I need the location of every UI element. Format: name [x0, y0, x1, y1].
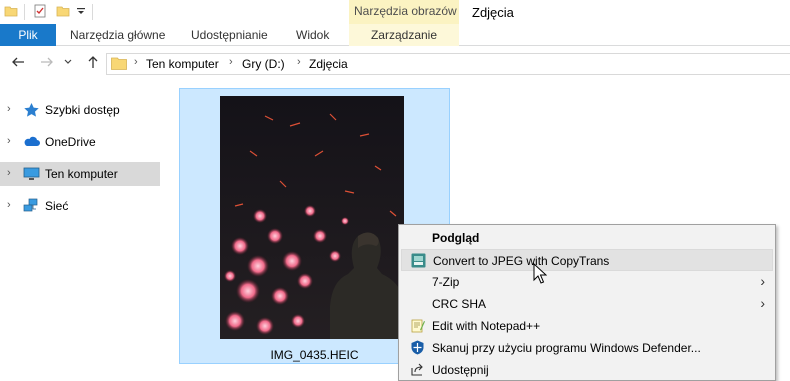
- network-icon: [23, 198, 38, 212]
- menu-item-7zip[interactable]: 7-Zip ›: [401, 271, 773, 293]
- nav-item-quick-access[interactable]: › Szybki dostęp: [0, 98, 160, 122]
- properties-icon[interactable]: [33, 4, 47, 18]
- nav-item-onedrive[interactable]: › OneDrive: [0, 130, 160, 154]
- folder-icon[interactable]: [4, 4, 18, 18]
- tab-home[interactable]: Narzędzia główne: [70, 24, 165, 46]
- menu-item-label: Udostępnij: [432, 363, 489, 377]
- star-icon: [24, 103, 39, 117]
- submenu-arrow-icon: ›: [760, 273, 765, 289]
- arrow-left-icon: [12, 57, 24, 67]
- context-tab-group-label: Narzędzia obrazów: [354, 4, 457, 18]
- tab-file[interactable]: Plik: [0, 24, 56, 46]
- chevron-right-icon[interactable]: ›: [7, 103, 11, 115]
- breadcrumb-chevron-icon[interactable]: ›: [229, 56, 233, 68]
- menu-item-defender-scan[interactable]: Skanuj przy użyciu programu Windows Defe…: [401, 337, 773, 359]
- breadcrumb-this-pc[interactable]: Ten komputer: [146, 57, 219, 71]
- qa-separator: [24, 4, 25, 20]
- copytrans-icon: [411, 253, 426, 268]
- nav-label: Sieć: [45, 199, 69, 213]
- tab-view[interactable]: Widok: [296, 24, 329, 46]
- chevron-down-icon: [64, 59, 72, 64]
- nav-label: Szybki dostęp: [45, 103, 120, 117]
- ribbon-tabs: Plik Narzędzia główne Udostępnianie Wido…: [0, 24, 790, 46]
- customize-quick-access-icon[interactable]: [74, 4, 88, 18]
- arrow-right-icon: [41, 57, 53, 67]
- menu-item-share[interactable]: Udostępnij: [401, 359, 773, 381]
- menu-item-notepadpp[interactable]: Edit with Notepad++: [401, 315, 773, 337]
- submenu-arrow-icon: ›: [760, 295, 765, 311]
- folder-icon: [111, 57, 127, 70]
- photo-thumbnail-image: [220, 96, 404, 339]
- new-folder-icon[interactable]: [56, 4, 70, 18]
- menu-item-label: Convert to JPEG with CopyTrans: [433, 254, 610, 268]
- mouse-pointer-icon: [533, 263, 547, 284]
- breadcrumb-photos[interactable]: Zdjęcia: [309, 57, 348, 71]
- chevron-right-icon[interactable]: ›: [7, 135, 11, 147]
- menu-item-label: Skanuj przy użyciu programu Windows Defe…: [432, 341, 701, 355]
- breadcrumb-chevron-icon[interactable]: ›: [134, 56, 138, 68]
- nav-item-network[interactable]: › Sieć: [0, 194, 160, 218]
- menu-item-preview[interactable]: Podgląd: [401, 227, 773, 249]
- image-thumbnail: [220, 96, 404, 339]
- menu-item-label: CRC SHA: [432, 297, 487, 311]
- computer-icon: [23, 167, 40, 180]
- recent-locations-button[interactable]: [63, 55, 73, 71]
- back-button[interactable]: [10, 55, 26, 71]
- defender-icon: [411, 340, 424, 355]
- menu-item-label: Podgląd: [432, 231, 480, 245]
- chevron-right-icon[interactable]: ›: [7, 199, 11, 211]
- nav-label: OneDrive: [45, 135, 96, 149]
- menu-item-label: 7-Zip: [432, 275, 460, 289]
- share-icon: [411, 363, 423, 376]
- menu-item-label: Edit with Notepad++: [432, 319, 541, 333]
- nav-label: Ten komputer: [45, 167, 118, 181]
- cloud-icon: [24, 136, 40, 146]
- chevron-right-icon[interactable]: ›: [7, 167, 11, 179]
- tab-manage[interactable]: Zarządzanie: [349, 24, 459, 46]
- menu-item-convert-jpeg[interactable]: Convert to JPEG with CopyTrans: [401, 249, 773, 271]
- navigation-pane: › Szybki dostęp › OneDrive › Ten kompute…: [0, 81, 166, 381]
- breadcrumb-chevron-icon[interactable]: ›: [297, 56, 301, 68]
- context-tab-group-header: Narzędzia obrazów: [349, 0, 459, 24]
- title-bar: Narzędzia obrazów Zdjęcia: [0, 0, 790, 24]
- notepadpp-icon: [411, 319, 425, 333]
- forward-button[interactable]: [39, 55, 55, 71]
- menu-item-crc-sha[interactable]: CRC SHA ›: [401, 293, 773, 315]
- tab-share[interactable]: Udostępnianie: [191, 24, 268, 46]
- nav-item-this-pc[interactable]: › Ten komputer: [0, 162, 160, 186]
- arrow-up-icon: [88, 56, 98, 68]
- breadcrumb-drive[interactable]: Gry (D:): [242, 57, 285, 71]
- up-button[interactable]: [85, 55, 101, 71]
- address-bar[interactable]: › Ten komputer › Gry (D:) › Zdjęcia: [106, 53, 790, 75]
- context-menu: Podgląd Convert to JPEG with CopyTrans 7…: [398, 224, 776, 381]
- qa-separator: [92, 4, 93, 20]
- address-row: › Ten komputer › Gry (D:) › Zdjęcia: [0, 47, 790, 81]
- window-title: Zdjęcia: [472, 5, 514, 20]
